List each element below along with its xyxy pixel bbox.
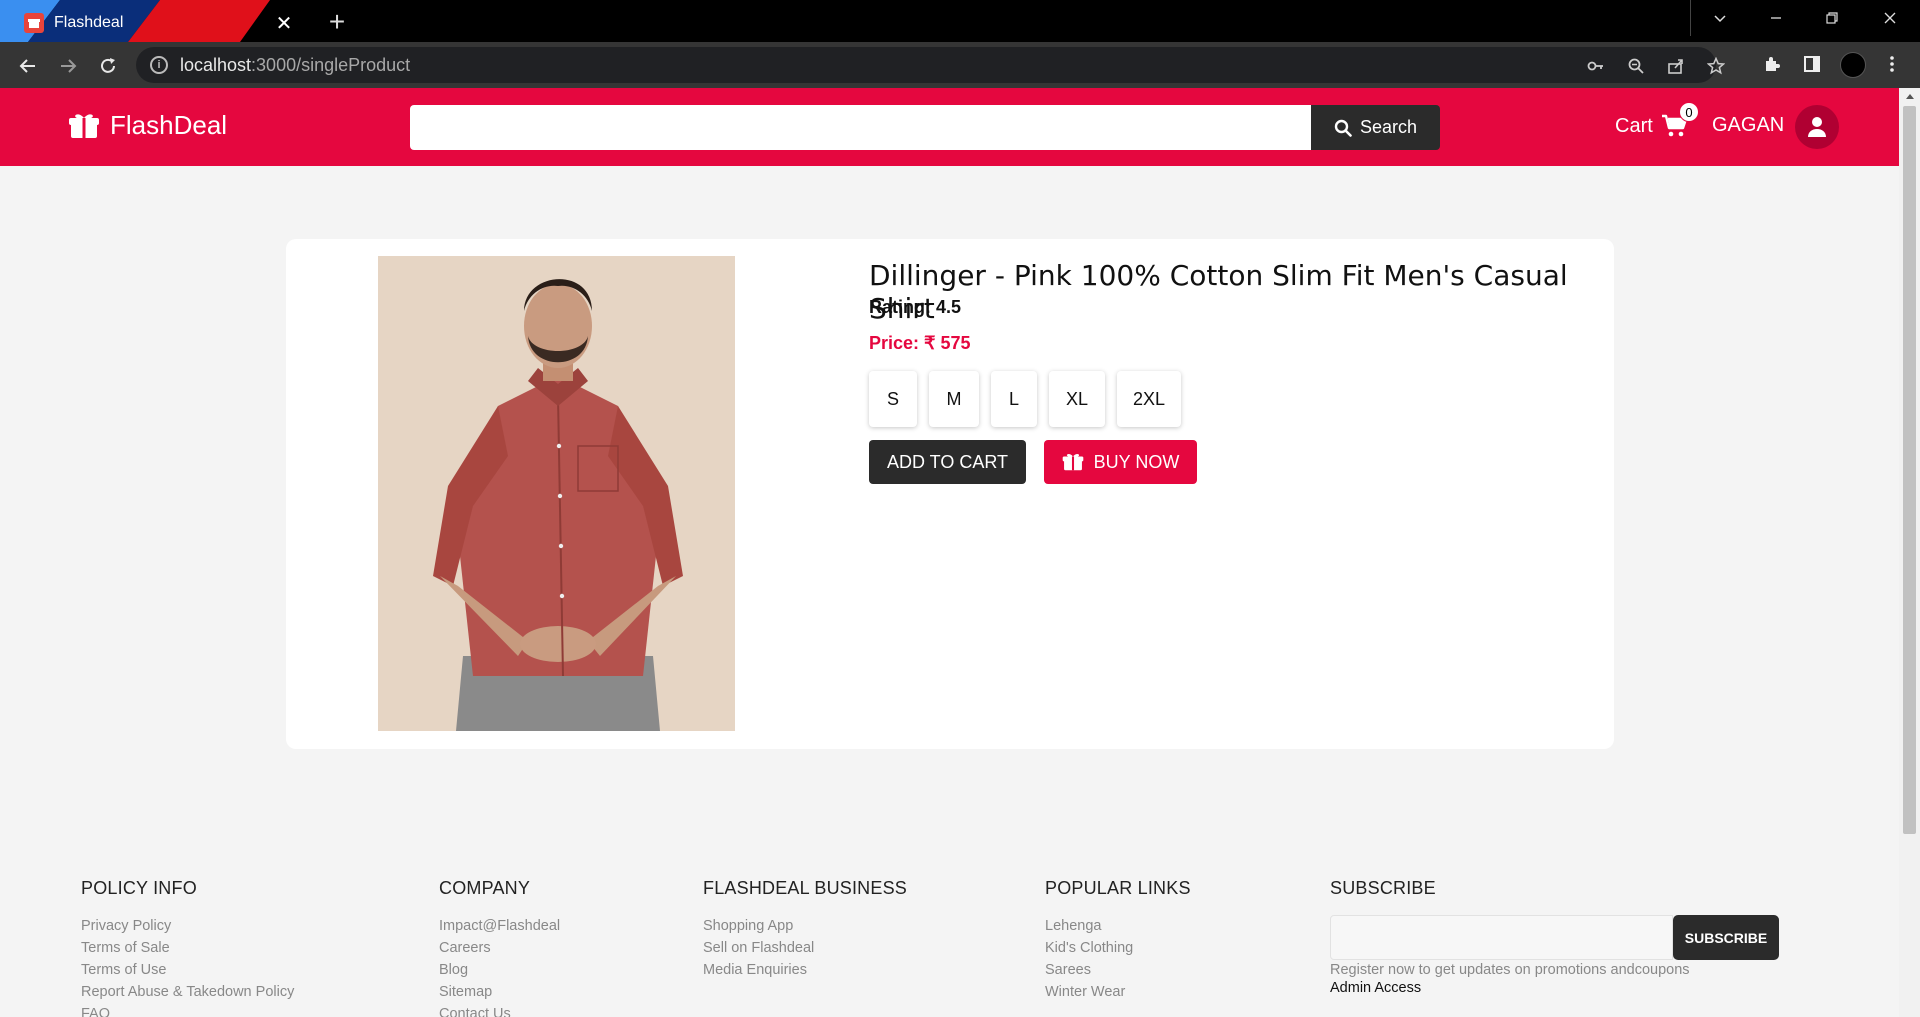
footer-link-faq[interactable]: FAQ — [81, 1003, 294, 1017]
product-title: Dillinger - Pink 100% Cotton Slim Fit Me… — [869, 259, 1568, 325]
favicon-icon — [24, 13, 44, 33]
size-option-m[interactable]: M — [929, 371, 979, 427]
browser-tab-bar: Flashdeal ✕ + — [0, 0, 1920, 42]
footer-link-impact[interactable]: Impact@Flashdeal — [439, 915, 560, 937]
size-selector: S M L XL 2XL — [869, 371, 1181, 427]
size-option-l[interactable]: L — [991, 371, 1037, 427]
footer-business-column: FLASHDEAL BUSINESS Shopping App Sell on … — [703, 878, 907, 981]
footer-heading: COMPANY — [439, 878, 531, 898]
buy-now-label: BUY NOW — [1093, 451, 1180, 472]
scroll-up-icon[interactable] — [1906, 94, 1914, 99]
footer-heading: SUBSCRIBE — [1330, 878, 1436, 898]
window-separator — [1690, 0, 1691, 36]
product-price: Price: ₹ 575 — [869, 333, 971, 353]
user-icon — [1808, 117, 1826, 137]
tab-search-icon[interactable] — [1692, 0, 1748, 36]
product-image[interactable] — [378, 256, 735, 731]
close-window-icon[interactable] — [1862, 0, 1918, 36]
user-name[interactable]: GAGAN — [1712, 114, 1784, 137]
footer-link-blog[interactable]: Blog — [439, 959, 560, 981]
new-tab-button[interactable]: + — [322, 6, 352, 37]
footer-link-sitemap[interactable]: Sitemap — [439, 981, 560, 1003]
gift-icon — [1062, 454, 1083, 471]
gift-icon — [69, 113, 99, 138]
size-option-xl[interactable]: XL — [1049, 371, 1105, 427]
product-rating: Rating: 4.5 — [869, 297, 962, 317]
zoom-icon[interactable] — [1626, 56, 1646, 76]
restore-icon[interactable] — [1804, 0, 1860, 36]
footer-link-report-abuse[interactable]: Report Abuse & Takedown Policy — [81, 981, 294, 1003]
footer-heading: POPULAR LINKS — [1045, 878, 1191, 898]
subscribe-form: SUBSCRIBE — [1330, 915, 1779, 960]
search-button-label: Search — [1359, 117, 1418, 137]
shirt-model-illustration — [378, 256, 735, 731]
brand-logo[interactable]: FlashDeal — [68, 110, 227, 141]
footer-link-terms-use[interactable]: Terms of Use — [81, 959, 294, 981]
back-icon[interactable] — [14, 52, 42, 80]
size-option-s[interactable]: S — [869, 371, 917, 427]
footer-popular-column: POPULAR LINKS Lehenga Kid's Clothing Sar… — [1045, 878, 1191, 1003]
star-icon[interactable] — [1706, 56, 1726, 76]
footer-link-careers[interactable]: Careers — [439, 937, 560, 959]
footer-subscribe-column: SUBSCRIBE SUBSCRIBE Register now to get … — [1330, 878, 1779, 996]
footer-link-shopping-app[interactable]: Shopping App — [703, 915, 907, 937]
menu-icon[interactable] — [1880, 52, 1904, 76]
profile-avatar[interactable] — [1840, 52, 1866, 78]
product-card: Dillinger - Pink 100% Cotton Slim Fit Me… — [286, 239, 1614, 749]
size-option-2xl[interactable]: 2XL — [1117, 371, 1181, 427]
key-icon[interactable] — [1586, 56, 1606, 76]
footer-link-contact[interactable]: Contact Us — [439, 1003, 560, 1017]
footer-heading: POLICY INFO — [81, 878, 197, 898]
site-header: FlashDeal Search Cart 0 GAGAN — [0, 88, 1899, 166]
cart-count-badge: 0 — [1679, 102, 1699, 122]
share-icon[interactable] — [1666, 56, 1686, 76]
close-tab-icon[interactable]: ✕ — [272, 11, 296, 35]
footer-link-terms-sale[interactable]: Terms of Sale — [81, 937, 294, 959]
cart-link[interactable]: Cart — [1615, 114, 1689, 138]
reload-icon[interactable] — [94, 52, 122, 80]
search-input[interactable] — [410, 105, 1311, 150]
cart-label: Cart — [1615, 114, 1653, 137]
footer-link-media[interactable]: Media Enquiries — [703, 959, 907, 981]
footer-link-privacy[interactable]: Privacy Policy — [81, 915, 294, 937]
footer-company-column: COMPANY Impact@Flashdeal Careers Blog Si… — [439, 878, 560, 1017]
search-button[interactable]: Search — [1311, 105, 1440, 150]
browser-tab[interactable]: Flashdeal ✕ — [10, 4, 310, 42]
subscribe-note: Register now to get updates on promotion… — [1330, 962, 1690, 978]
site-info-icon[interactable]: i — [150, 56, 168, 74]
address-bar[interactable]: i localhost:3000/singleProduct — [136, 47, 1725, 83]
tab-title: Flashdeal — [54, 14, 124, 31]
footer-link-lehenga[interactable]: Lehenga — [1045, 915, 1191, 937]
forward-icon[interactable] — [54, 52, 82, 80]
product-actions: ADD TO CART BUY NOW — [869, 440, 1197, 484]
footer-link-sell[interactable]: Sell on Flashdeal — [703, 937, 907, 959]
admin-access-link[interactable]: Admin Access — [1330, 980, 1779, 996]
footer-policy-column: POLICY INFO Privacy Policy Terms of Sale… — [81, 878, 294, 1017]
browser-toolbar: i localhost:3000/singleProduct — [0, 42, 1920, 88]
footer-link-winter[interactable]: Winter Wear — [1045, 981, 1191, 1003]
page-scrollbar[interactable] — [1899, 88, 1920, 1017]
footer-link-sarees[interactable]: Sarees — [1045, 959, 1191, 981]
url-text: localhost:3000/singleProduct — [180, 54, 411, 75]
footer-heading: FLASHDEAL BUSINESS — [703, 878, 907, 898]
brand-name: FlashDeal — [110, 110, 228, 140]
subscribe-button[interactable]: SUBSCRIBE — [1673, 915, 1779, 960]
buy-now-button[interactable]: BUY NOW — [1044, 440, 1197, 484]
sidebar-icon[interactable] — [1800, 52, 1824, 76]
minimize-icon[interactable] — [1748, 0, 1804, 36]
search-bar: Search — [410, 105, 1440, 150]
user-avatar[interactable] — [1795, 105, 1839, 149]
search-icon — [1334, 119, 1352, 137]
page-viewport: FlashDeal Search Cart 0 GAGAN Dillinger … — [0, 88, 1899, 1017]
subscribe-email-input[interactable] — [1330, 915, 1673, 960]
footer-link-kids[interactable]: Kid's Clothing — [1045, 937, 1191, 959]
scrollbar-thumb[interactable] — [1903, 106, 1916, 834]
add-to-cart-button[interactable]: ADD TO CART — [869, 440, 1026, 484]
extension-icon[interactable] — [1760, 52, 1784, 76]
